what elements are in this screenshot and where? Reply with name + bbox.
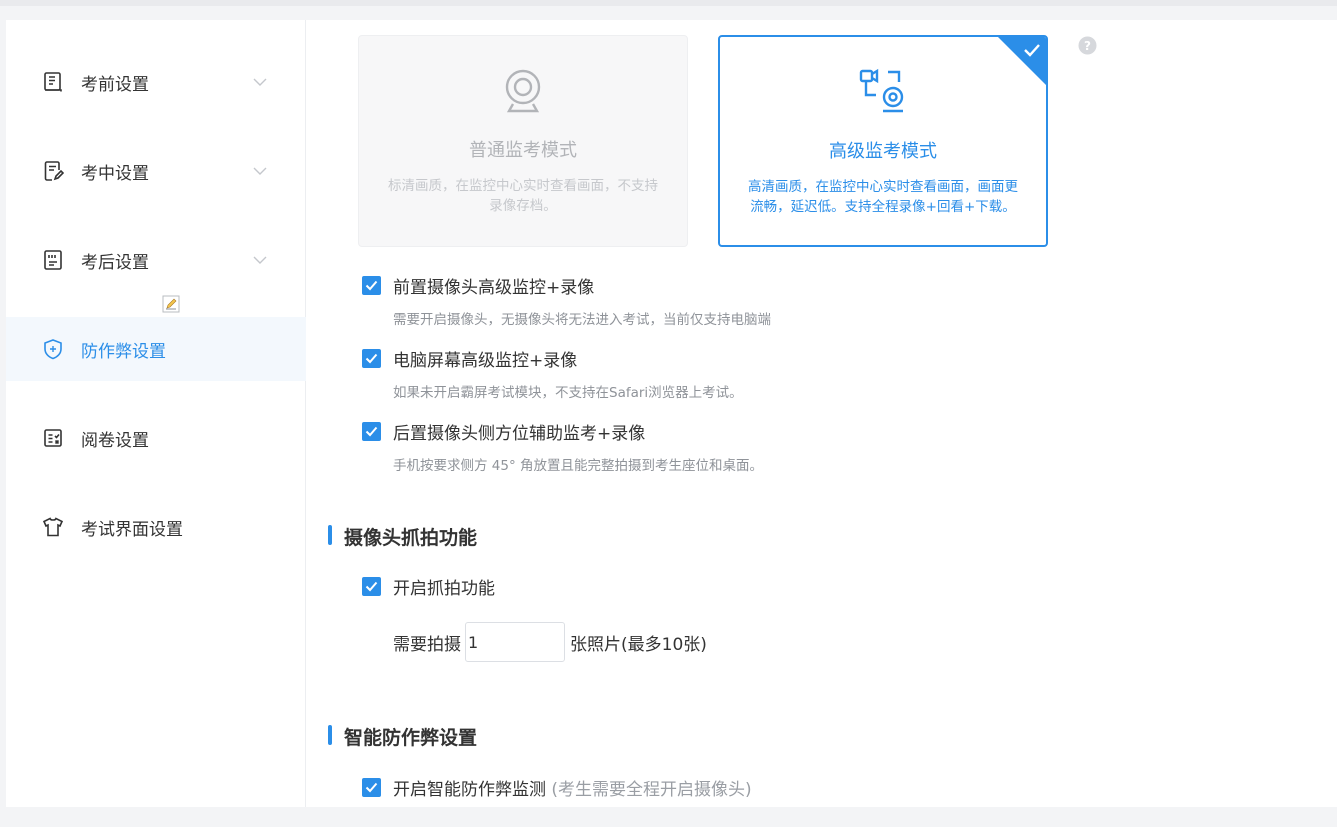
sidebar-item-label: 考前设置 [81, 74, 149, 95]
grading-icon [44, 429, 62, 447]
snapshot-count-row: 需要拍摄 张照片(最多10张) [393, 622, 707, 662]
sidebar-item-label: 阅卷设置 [81, 430, 149, 451]
section-title-smart: 智能防作弊设置 [328, 723, 477, 750]
count-prefix: 需要拍摄 [393, 634, 461, 655]
mode-title: 普通监考模式 [469, 140, 577, 161]
checkbox-checked[interactable] [362, 422, 381, 441]
section-title-snapshot: 摄像头抓拍功能 [328, 523, 477, 550]
chevron-down-icon [253, 256, 267, 264]
mode-title: 高级监考模式 [829, 141, 937, 162]
top-strip [0, 0, 1337, 6]
sidebar-item-label: 考后设置 [81, 252, 149, 273]
selected-check-icon [998, 37, 1046, 85]
mode-card-advanced[interactable]: 高级监考模式 高清画质，在监控中心实时查看画面，画面更流畅，延迟低。支持全程录像… [718, 35, 1048, 247]
chevron-down-icon [253, 167, 267, 175]
settings-panel: 考前设置 考中设置 考后设置 防作弊设置 阅卷设置 考试界面设置 普通监考模式 … [6, 20, 1337, 807]
sidebar-item-in-exam[interactable]: 考中设置 [6, 139, 306, 203]
svg-text:?: ? [1084, 39, 1091, 53]
sidebar-item-label: 防作弊设置 [81, 341, 166, 362]
checkbox-checked[interactable] [362, 577, 381, 596]
edit-icon[interactable] [162, 295, 180, 313]
check-icon [365, 426, 378, 437]
help-icon[interactable]: ? [1078, 36, 1097, 55]
check-icon [365, 782, 378, 793]
option-title: 前置摄像头高级监控+录像 [393, 278, 595, 298]
sidebar: 考前设置 考中设置 考后设置 防作弊设置 阅卷设置 考试界面设置 [6, 20, 306, 807]
checkbox-checked[interactable] [362, 778, 381, 797]
option-title: 电脑屏幕高级监控+录像 [393, 351, 578, 371]
webcam-icon [505, 69, 541, 113]
option-note: (考生需要全程开启摄像头) [551, 780, 752, 800]
checkbox-checked[interactable] [362, 349, 381, 368]
mode-description: 高清画质，在监控中心实时查看画面，画面更流畅，延迟低。支持全程录像+回看+下载。 [748, 179, 1018, 215]
option-title: 开启智能防作弊监测 (考生需要全程开启摄像头) [393, 775, 752, 800]
chevron-down-icon [253, 78, 267, 86]
section-accent-bar [328, 725, 332, 745]
edit-document-icon [44, 161, 64, 181]
sidebar-item-grading[interactable]: 阅卷设置 [6, 406, 306, 470]
mode-card-normal[interactable]: 普通监考模式 标清画质，在监控中心实时查看画面，不支持录像存档。 [358, 35, 688, 247]
option-label: 开启智能防作弊监测 [393, 780, 546, 800]
sidebar-item-label: 考中设置 [81, 163, 149, 184]
option-title: 开启抓拍功能 [393, 579, 495, 599]
report-document-icon [44, 250, 62, 270]
mode-description: 标清画质，在监控中心实时查看画面，不支持录像存档。 [388, 178, 658, 214]
section-accent-bar [328, 525, 332, 545]
option-title: 后置摄像头侧方位辅助监考+录像 [393, 424, 646, 444]
shield-icon [44, 339, 62, 360]
check-icon [365, 280, 378, 291]
book-icon [44, 72, 62, 92]
option-description: 需要开启摄像头，无摄像头将无法进入考试，当前仅支持电脑端 [393, 312, 771, 328]
multi-camera-icon [859, 68, 904, 113]
option-description: 如果未开启霸屏考试模块，不支持在Safari浏览器上考试。 [393, 385, 743, 401]
check-icon [365, 353, 378, 364]
sidebar-item-exam-ui[interactable]: 考试界面设置 [6, 495, 306, 559]
option-description: 手机按要求侧方 45° 角放置且能完整拍摄到考生座位和桌面。 [393, 458, 764, 474]
checkbox-checked[interactable] [362, 276, 381, 295]
snapshot-count-input[interactable] [465, 622, 565, 662]
sidebar-item-label: 考试界面设置 [81, 519, 183, 540]
main-content: 普通监考模式 标清画质，在监控中心实时查看画面，不支持录像存档。 高级监考模式 … [306, 20, 1337, 807]
count-suffix: 张照片(最多10张) [570, 634, 707, 655]
sidebar-item-pre-exam[interactable]: 考前设置 [6, 50, 306, 114]
sidebar-item-post-exam[interactable]: 考后设置 [6, 228, 306, 292]
check-icon [365, 581, 378, 592]
sidebar-item-anti-cheat[interactable]: 防作弊设置 [6, 317, 306, 381]
shirt-icon [42, 517, 64, 537]
